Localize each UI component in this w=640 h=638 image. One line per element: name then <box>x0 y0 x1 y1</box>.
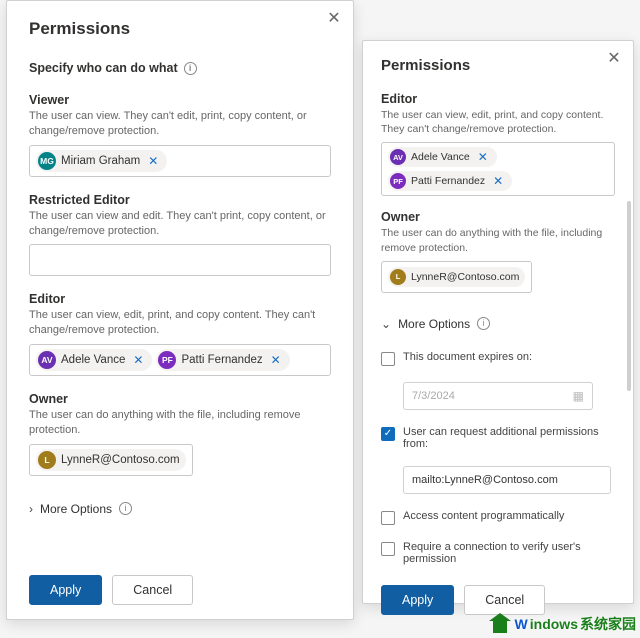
house-icon <box>489 615 511 633</box>
remove-chip-icon[interactable]: ✕ <box>268 353 284 367</box>
editor-title: Editor <box>29 292 331 306</box>
option-request-input-row: mailto:LynneR@Contoso.com <box>403 466 615 494</box>
apply-button[interactable]: Apply <box>29 575 102 605</box>
specify-label-row: Specify who can do what i <box>29 61 331 75</box>
chevron-down-icon: ⌄ <box>381 317 391 331</box>
specify-label: Specify who can do what <box>29 61 178 75</box>
remove-chip-icon[interactable]: ✕ <box>130 353 146 367</box>
info-icon[interactable]: i <box>119 502 132 515</box>
chip-label: Patti Fernandez <box>411 175 485 187</box>
programmatic-label: Access content programmatically <box>403 510 564 522</box>
owner-desc: The user can do anything with the file, … <box>29 408 331 438</box>
chip-label: Patti Fernandez <box>181 354 262 366</box>
request-from-input[interactable]: mailto:LynneR@Contoso.com <box>403 466 611 494</box>
expires-date-value: 7/3/2024 <box>412 390 455 402</box>
avatar: L <box>390 269 406 285</box>
check-icon: ✓ <box>384 429 392 439</box>
person-chip[interactable]: PF Patti Fernandez ✕ <box>156 349 289 371</box>
avatar: MG <box>38 152 56 170</box>
editor-field[interactable]: AV Adele Vance ✕ PF Patti Fernandez ✕ <box>29 344 331 376</box>
editor-desc: The user can view, edit, print, and copy… <box>381 108 615 136</box>
watermark-w: W <box>515 616 528 632</box>
editor-title: Editor <box>381 92 615 106</box>
owner-section: Owner The user can do anything with the … <box>381 210 615 292</box>
avatar: AV <box>390 149 406 165</box>
option-expires: This document expires on: <box>381 351 615 366</box>
more-options-label: More Options <box>40 502 112 516</box>
remove-chip-icon[interactable]: ✕ <box>475 150 491 164</box>
programmatic-checkbox[interactable] <box>381 511 395 525</box>
option-connection: Require a connection to verify user's pe… <box>381 541 615 565</box>
close-icon[interactable]: ✕ <box>325 9 343 27</box>
restricted-desc: The user can view and edit. They can't p… <box>29 209 331 239</box>
chip-label: Miriam Graham <box>61 155 140 167</box>
watermark: Windows系统家园 <box>489 614 636 634</box>
viewer-section: Viewer The user can view. They can't edi… <box>29 93 331 177</box>
owner-title: Owner <box>381 210 615 224</box>
owner-field[interactable]: L LynneR@Contoso.com <box>381 261 532 293</box>
watermark-text1: indows <box>530 616 578 632</box>
avatar: L <box>38 451 56 469</box>
restricted-editor-section: Restricted Editor The user can view and … <box>29 193 331 277</box>
avatar: PF <box>390 173 406 189</box>
owner-desc: The user can do anything with the file, … <box>381 226 615 254</box>
dialog-footer: Apply Cancel <box>29 563 331 605</box>
owner-title: Owner <box>29 392 331 406</box>
permissions-dialog-right: ✕ Permissions Editor The user can view, … <box>362 40 634 604</box>
chip-label: LynneR@Contoso.com <box>411 271 519 283</box>
person-chip[interactable]: L LynneR@Contoso.com <box>388 267 525 287</box>
remove-chip-icon[interactable]: ✕ <box>490 174 506 188</box>
request-label: User can request additional permissions … <box>403 426 615 450</box>
info-icon[interactable]: i <box>477 317 490 330</box>
chip-label: LynneR@Contoso.com <box>61 454 180 466</box>
owner-section: Owner The user can do anything with the … <box>29 392 331 476</box>
chip-label: Adele Vance <box>411 151 470 163</box>
avatar: AV <box>38 351 56 369</box>
dialog-title: Permissions <box>381 57 615 74</box>
more-options-toggle[interactable]: › More Options i <box>29 502 331 516</box>
info-icon[interactable]: i <box>184 62 197 75</box>
restricted-title: Restricted Editor <box>29 193 331 207</box>
apply-button[interactable]: Apply <box>381 585 454 615</box>
editor-section: Editor The user can view, edit, print, a… <box>29 292 331 376</box>
cancel-button[interactable]: Cancel <box>464 585 545 615</box>
expires-label: This document expires on: <box>403 351 532 363</box>
request-from-value: mailto:LynneR@Contoso.com <box>412 474 558 486</box>
viewer-title: Viewer <box>29 93 331 107</box>
option-programmatic: Access content programmatically <box>381 510 615 525</box>
person-chip[interactable]: MG Miriam Graham ✕ <box>36 150 167 172</box>
close-icon[interactable]: ✕ <box>605 49 623 67</box>
person-chip[interactable]: AV Adele Vance ✕ <box>36 349 152 371</box>
chevron-right-icon: › <box>29 502 33 516</box>
editor-desc: The user can view, edit, print, and copy… <box>29 308 331 338</box>
connection-label: Require a connection to verify user's pe… <box>403 541 615 565</box>
cancel-button[interactable]: Cancel <box>112 575 193 605</box>
editor-section: Editor The user can view, edit, print, a… <box>381 92 615 196</box>
expires-checkbox[interactable] <box>381 352 395 366</box>
more-options-toggle[interactable]: ⌄ More Options i <box>381 317 615 331</box>
viewer-field[interactable]: MG Miriam Graham ✕ <box>29 145 331 177</box>
editor-field[interactable]: AV Adele Vance ✕ PF Patti Fernandez ✕ <box>381 142 615 196</box>
calendar-icon[interactable]: ▦ <box>573 389 584 403</box>
avatar: PF <box>158 351 176 369</box>
dialog-footer: Apply Cancel <box>381 573 615 615</box>
restricted-field[interactable] <box>29 244 331 276</box>
remove-chip-icon[interactable]: ✕ <box>145 154 161 168</box>
connection-checkbox[interactable] <box>381 542 395 556</box>
dialog-title: Permissions <box>29 19 331 39</box>
request-checkbox[interactable]: ✓ <box>381 427 395 441</box>
viewer-desc: The user can view. They can't edit, prin… <box>29 109 331 139</box>
person-chip[interactable]: AV Adele Vance ✕ <box>388 147 497 167</box>
more-options-label: More Options <box>398 317 470 331</box>
scrollbar[interactable] <box>627 201 631 391</box>
person-chip[interactable]: L LynneR@Contoso.com <box>36 449 186 471</box>
chip-label: Adele Vance <box>61 354 125 366</box>
owner-field[interactable]: L LynneR@Contoso.com <box>29 444 193 476</box>
watermark-text2: 系统家园 <box>580 614 636 634</box>
option-request: ✓ User can request additional permission… <box>381 426 615 450</box>
expires-date-input[interactable]: 7/3/2024 ▦ <box>403 382 593 410</box>
permissions-dialog-left: ✕ Permissions Specify who can do what i … <box>6 0 354 620</box>
person-chip[interactable]: PF Patti Fernandez ✕ <box>388 171 512 191</box>
option-expires-date-row: 7/3/2024 ▦ <box>403 382 615 410</box>
